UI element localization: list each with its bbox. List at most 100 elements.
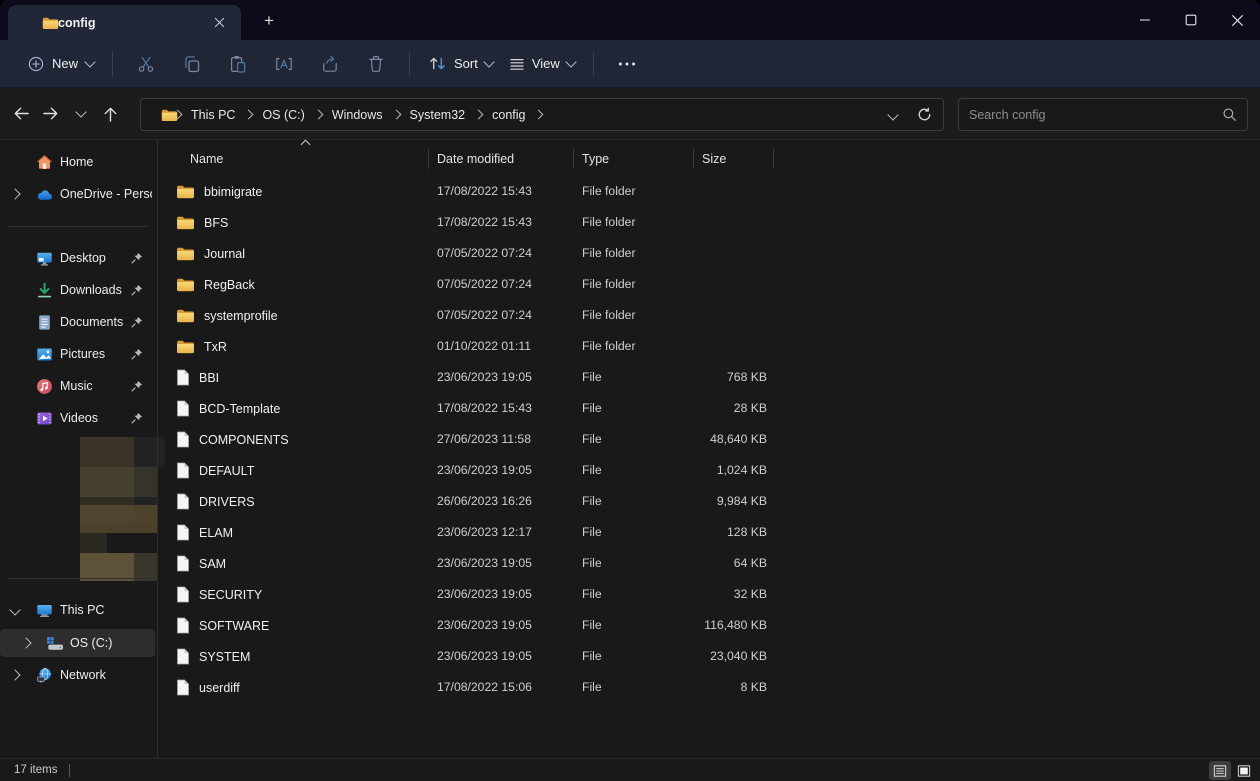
file-date: 07/05/2022 07:24 [437,238,532,269]
maximize-button[interactable] [1168,0,1214,40]
pane-divider[interactable] [157,140,158,758]
cut-icon [137,55,155,73]
chevron-right-icon [313,110,323,120]
file-row-system[interactable]: SYSTEM 23/06/2023 19:05 File 23,040 KB [165,641,1260,672]
file-type: File [582,393,602,424]
sidebar-item-documents[interactable]: Documents [0,308,155,336]
sidebar-item-music[interactable]: Music [0,372,155,400]
file-name: RegBack [204,278,255,292]
file-row-regback[interactable]: RegBack 07/05/2022 07:24 File folder [165,269,1260,300]
close-button[interactable] [1214,0,1260,40]
file-row-software[interactable]: SOFTWARE 23/06/2023 19:05 File 116,480 K… [165,610,1260,641]
share-button[interactable] [310,47,350,81]
rename-button[interactable] [264,47,304,81]
address-dropdown-button[interactable] [889,106,897,124]
sort-button[interactable]: Sort [420,50,501,77]
recent-locations-button[interactable] [66,99,96,129]
file-type: File folder [582,269,636,300]
sidebar-item-videos[interactable]: Videos [0,404,155,432]
cut-button[interactable] [126,47,166,81]
column-header-size[interactable]: Size [702,145,726,173]
file-row-systemprofile[interactable]: systemprofile 07/05/2022 07:24 File fold… [165,300,1260,331]
thumbnails-view-button[interactable] [1233,761,1255,780]
search-input[interactable] [959,108,1222,122]
item-count: 17 items [14,764,57,776]
file-name: SYSTEM [199,650,250,664]
file-size: 48,640 KB [665,424,767,455]
file-row-components[interactable]: COMPONENTS 27/06/2023 11:58 File 48,640 … [165,424,1260,455]
column-header-name[interactable]: Name [190,145,223,173]
file-date: 17/08/2022 15:43 [437,393,532,424]
delete-button[interactable] [356,47,396,81]
file-row-security[interactable]: SECURITY 23/06/2023 19:05 File 32 KB [165,579,1260,610]
column-headers: Name Date modified Type Size [165,145,1260,173]
folder-icon [176,246,195,261]
chevron-right-icon [244,110,254,120]
column-divider[interactable] [773,149,774,169]
file-name: ELAM [199,526,233,540]
address-bar[interactable]: This PC OS (C:) Windows System32 config [140,98,944,131]
column-divider[interactable] [693,149,694,169]
sidebar-item-home[interactable]: Home [0,148,155,176]
paste-button[interactable] [218,47,258,81]
see-more-button[interactable] [607,47,647,81]
sidebar-item-this-pc[interactable]: This PC [0,596,155,624]
tab-config[interactable]: config [8,5,241,40]
desktop-icon [36,250,53,267]
refresh-button[interactable] [911,102,937,128]
chevron-down-icon [75,106,86,117]
sidebar-item-os-c[interactable]: OS (C:) [0,629,155,657]
chevron-right-icon [391,110,401,120]
breadcrumb-os-c[interactable]: OS (C:) [258,104,308,126]
file-row-journal[interactable]: Journal 07/05/2022 07:24 File folder [165,238,1260,269]
file-row-default[interactable]: DEFAULT 23/06/2023 19:05 File 1,024 KB [165,455,1260,486]
file-type: File [582,672,602,703]
file-date: 17/08/2022 15:43 [437,207,532,238]
file-size: 116,480 KB [665,610,767,641]
sidebar-item-downloads[interactable]: Downloads [0,276,155,304]
chevron-down-icon [483,56,494,67]
column-divider[interactable] [573,149,574,169]
breadcrumb-config[interactable]: config [488,104,529,126]
file-name: DRIVERS [199,495,255,509]
breadcrumb-windows[interactable]: Windows [328,104,387,126]
back-button[interactable] [6,99,36,129]
sidebar-item-label: Pictures [60,347,105,361]
tab-close-button[interactable] [207,11,231,35]
minimize-button[interactable] [1122,0,1168,40]
column-header-date[interactable]: Date modified [437,145,514,173]
sort-ascending-indicator [302,141,310,149]
details-view-button[interactable] [1209,761,1231,780]
file-row-bbi[interactable]: BBI 23/06/2023 19:05 File 768 KB [165,362,1260,393]
forward-button[interactable] [36,99,66,129]
file-type: File [582,517,602,548]
toolbar-divider [593,52,594,76]
file-icon [176,555,190,572]
breadcrumb-system32[interactable]: System32 [406,104,470,126]
new-button[interactable]: New [20,50,102,78]
new-tab-button[interactable]: + [255,8,283,34]
view-button[interactable]: View [501,50,583,78]
sidebar-item-onedrive[interactable]: OneDrive - Persona [0,180,155,208]
file-row-userdiff[interactable]: userdiff 17/08/2022 15:06 File 8 KB [165,672,1260,703]
file-row-drivers[interactable]: DRIVERS 26/06/2023 16:26 File 9,984 KB [165,486,1260,517]
file-row-sam[interactable]: SAM 23/06/2023 19:05 File 64 KB [165,548,1260,579]
file-icon [176,400,190,417]
copy-button[interactable] [172,47,212,81]
sidebar-item-label: Desktop [60,251,106,265]
up-button[interactable] [96,99,126,129]
sidebar-item-network[interactable]: Network [0,661,155,689]
file-row-txr[interactable]: TxR 01/10/2022 01:11 File folder [165,331,1260,362]
column-divider[interactable] [428,149,429,169]
breadcrumb-this-pc[interactable]: This PC [187,104,239,126]
file-row-bcd-template[interactable]: BCD-Template 17/08/2022 15:43 File 28 KB [165,393,1260,424]
file-row-bfs[interactable]: BFS 17/08/2022 15:43 File folder [165,207,1260,238]
file-row-elam[interactable]: ELAM 23/06/2023 12:17 File 128 KB [165,517,1260,548]
file-explorer-window: config + New Sort View [0,0,1260,781]
column-header-type[interactable]: Type [582,145,609,173]
sidebar-item-desktop[interactable]: Desktop [0,244,155,272]
sidebar-item-pictures[interactable]: Pictures [0,340,155,368]
file-icon [176,431,190,448]
toolbar-divider [409,52,410,76]
file-row-bbimigrate[interactable]: bbimigrate 17/08/2022 15:43 File folder [165,176,1260,207]
